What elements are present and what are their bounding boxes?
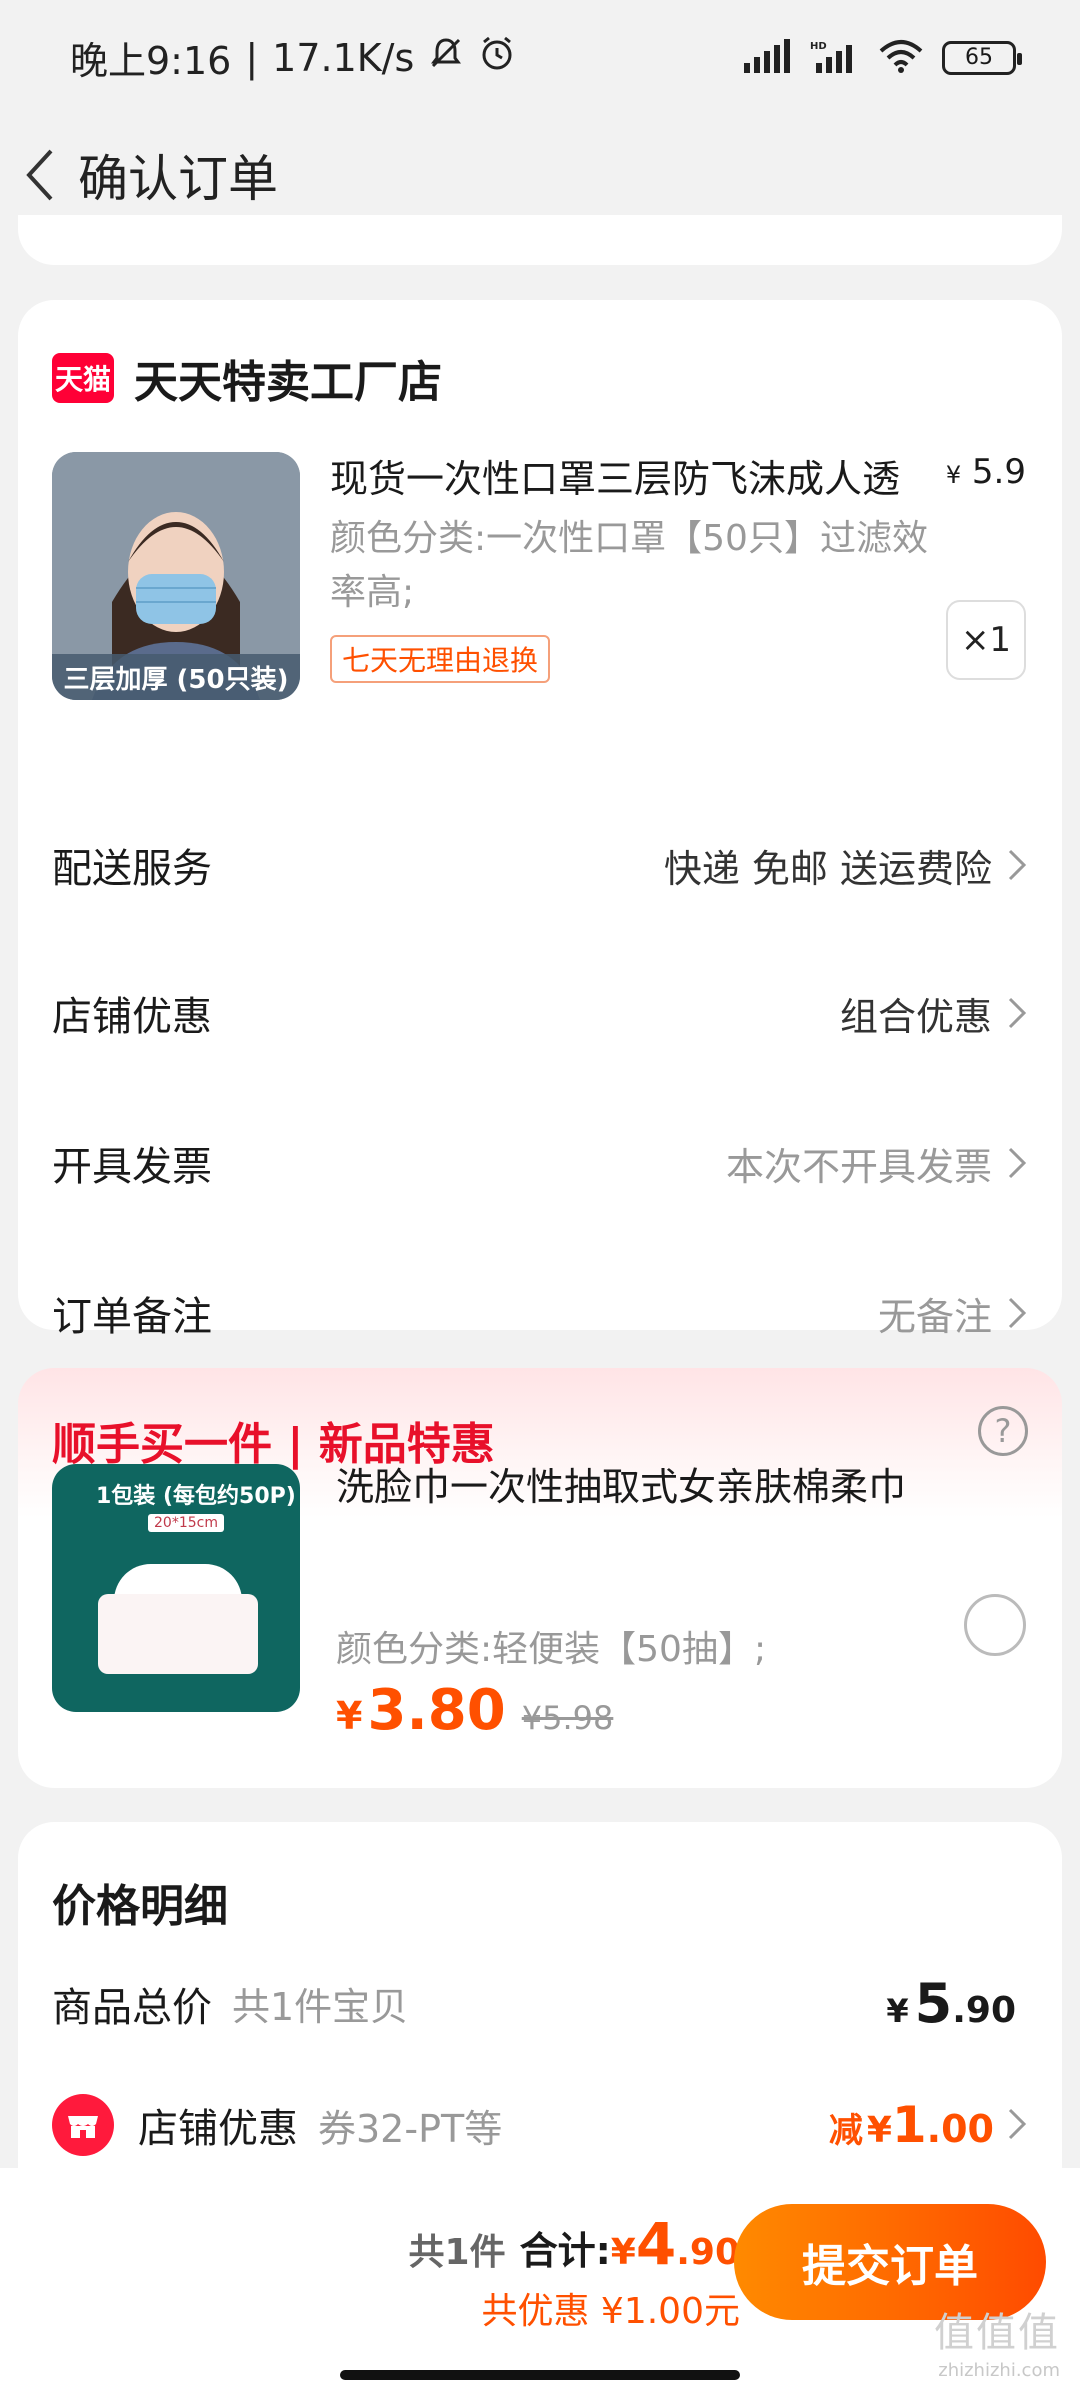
addon-price-value: 3.80 [367, 1678, 506, 1743]
battery-level: 65 [965, 45, 993, 70]
summary-saved: 共优惠 ¥1.00元 [481, 2291, 740, 2332]
summary-total-line: 共1件 合计: ¥ 4 .90 [409, 2210, 740, 2278]
chevron-right-icon [1008, 997, 1027, 1029]
goods-total-amount: ¥ 5 .90 [886, 1972, 1016, 2035]
product-price-currency: ¥ [945, 461, 962, 489]
discount-dec: .00 [926, 2107, 994, 2151]
store-name[interactable]: 天天特卖工厂店 [134, 346, 442, 410]
goods-total-currency: ¥ [886, 1992, 909, 2030]
status-right: HD 65 [742, 38, 1022, 77]
summary-currency: ¥ [610, 2232, 636, 2273]
quantity-button[interactable]: ×1 [946, 600, 1026, 680]
row-value: 本次不开具发票 [726, 1136, 1028, 1191]
addon-price: ¥ 3.80 ¥5.98 [336, 1678, 613, 1743]
tissue-box-illustration [98, 1594, 258, 1674]
order-note-row[interactable]: 订单备注 无备注 [52, 1268, 1028, 1358]
goods-total-row: 商品总价 共1件宝贝 ¥ 5 .90 [52, 1972, 1028, 2035]
shop-icon [52, 2094, 114, 2156]
status-time: 晚上9:16 [70, 39, 232, 83]
row-value-text: 快递 免邮 送运费险 [663, 846, 992, 891]
shop-discount-coupon: 券32-PT等 [318, 2106, 503, 2151]
summary-count: 共1件 [408, 2232, 506, 2273]
product-price-value: 5.9 [971, 452, 1026, 492]
shop-discount-row[interactable]: 店铺优惠 券32-PT等 减 ¥ 1 .00 [52, 2094, 1028, 2156]
row-label: 配送服务 [52, 846, 212, 892]
store-order-card: 天猫 天天特卖工厂店 三层加厚 (50只装) 现货一次性口罩三层防飞沫成人透 ¥… [18, 300, 1062, 1340]
row-label: 开具发票 [52, 1144, 212, 1190]
checkout-bar: 共1件 合计: ¥ 4 .90 共优惠 ¥1.00元 提交订单 [0, 2168, 1080, 2400]
discount-currency: ¥ [866, 2110, 892, 2151]
summary-total-dec: .90 [676, 2232, 740, 2273]
delivery-service-row[interactable]: 配送服务 快递 免邮 送运费险 [52, 820, 1028, 910]
row-value-text: 组合优惠 [839, 994, 992, 1039]
chevron-right-icon [1008, 849, 1027, 881]
addon-original-price: ¥5.98 [521, 1699, 614, 1737]
wifi-icon [878, 39, 924, 77]
order-summary: 共1件 合计: ¥ 4 .90 共优惠 ¥1.00元 [409, 2210, 740, 2334]
return-policy-badge: 七天无理由退换 [330, 635, 551, 683]
addon-select-radio[interactable] [964, 1594, 1026, 1656]
invoice-row[interactable]: 开具发票 本次不开具发票 [52, 1118, 1028, 1208]
chevron-right-icon [1008, 1147, 1027, 1179]
row-label: 店铺优惠 [52, 994, 212, 1040]
alarm-icon [478, 34, 516, 81]
row-value: 组合优惠 [840, 986, 1028, 1041]
watermark-url: zhizhizhi.com [938, 2360, 1060, 2381]
product-variant: 颜色分类:一次性口罩【50只】过滤效率高; [330, 518, 928, 613]
chevron-right-icon [1008, 2108, 1027, 2140]
addon-price-currency: ¥ [336, 1694, 363, 1738]
signal-icon [742, 38, 792, 77]
product-title[interactable]: 现货一次性口罩三层防飞沫成人透 [330, 448, 930, 503]
product-image[interactable]: 三层加厚 (50只装) [52, 452, 300, 700]
addon-offer-card: 顺手买一件 | 新品特惠 ? 1包装 (每包约50P) 20*15cm 洗脸巾一… [18, 1368, 1062, 1788]
shop-discount-amount: 减 ¥ 1 .00 [829, 2096, 1028, 2154]
addon-thumb-size: 20*15cm [148, 1514, 224, 1532]
row-label: 订单备注 [52, 1294, 212, 1340]
row-value-text: 本次不开具发票 [725, 1144, 992, 1189]
summary-total-label: 合计: [519, 2229, 611, 2273]
shop-discount-label: 店铺优惠 [138, 2106, 298, 2152]
goods-count: 共1件宝贝 [232, 1985, 409, 2029]
svg-text:HD: HD [810, 41, 827, 52]
product-thumb-caption: 三层加厚 (50只装) [52, 654, 300, 700]
store-discount-row[interactable]: 店铺优惠 组合优惠 [52, 968, 1028, 1058]
row-value: 无备注 [878, 1286, 1028, 1341]
status-net-speed: 17.1K/s [272, 35, 415, 80]
price-detail-title: 价格明细 [52, 1881, 228, 1932]
chevron-left-icon [26, 149, 53, 201]
row-value: 快递 免邮 送运费险 [664, 838, 1028, 893]
goods-total-label: 商品总价 [52, 1984, 212, 2031]
back-button[interactable] [10, 135, 70, 215]
tmall-logo-icon: 天猫 [52, 353, 114, 403]
goods-total-dec: .90 [952, 1990, 1016, 2031]
battery-icon: 65 [942, 40, 1022, 75]
discount-int: 1 [891, 2096, 927, 2154]
mute-bell-icon [428, 35, 464, 80]
discount-prefix: 减 [828, 2111, 863, 2151]
row-value-text: 无备注 [877, 1294, 992, 1339]
hd-signal-icon: HD [810, 39, 860, 77]
summary-total-int: 4 [635, 2210, 677, 2278]
addon-variant: 颜色分类:轻便装【50抽】; [336, 1629, 767, 1670]
address-card-remnant [18, 215, 1062, 265]
addon-product-image[interactable]: 1包装 (每包约50P) 20*15cm [52, 1464, 300, 1712]
status-left: 晚上9:16 | 17.1K/s [70, 30, 516, 85]
watermark-logo: 值值值 [934, 2310, 1060, 2356]
goods-total-int: 5 [914, 1972, 953, 2035]
status-separator: | [245, 35, 259, 80]
addon-product-name[interactable]: 洗脸巾一次性抽取式女亲肤棉柔巾 [336, 1460, 936, 1514]
product-price: ¥ 5.9 [946, 452, 1026, 492]
status-bar: 晚上9:16 | 17.1K/s HD 65 [0, 0, 1080, 115]
page-title: 确认订单 [78, 150, 278, 208]
addon-thumb-label: 1包装 (每包约50P) [96, 1484, 296, 1509]
home-indicator[interactable] [340, 2370, 740, 2380]
store-header[interactable]: 天猫 天天特卖工厂店 [52, 346, 442, 410]
chevron-right-icon [1008, 1297, 1027, 1329]
help-icon[interactable]: ? [978, 1406, 1028, 1456]
